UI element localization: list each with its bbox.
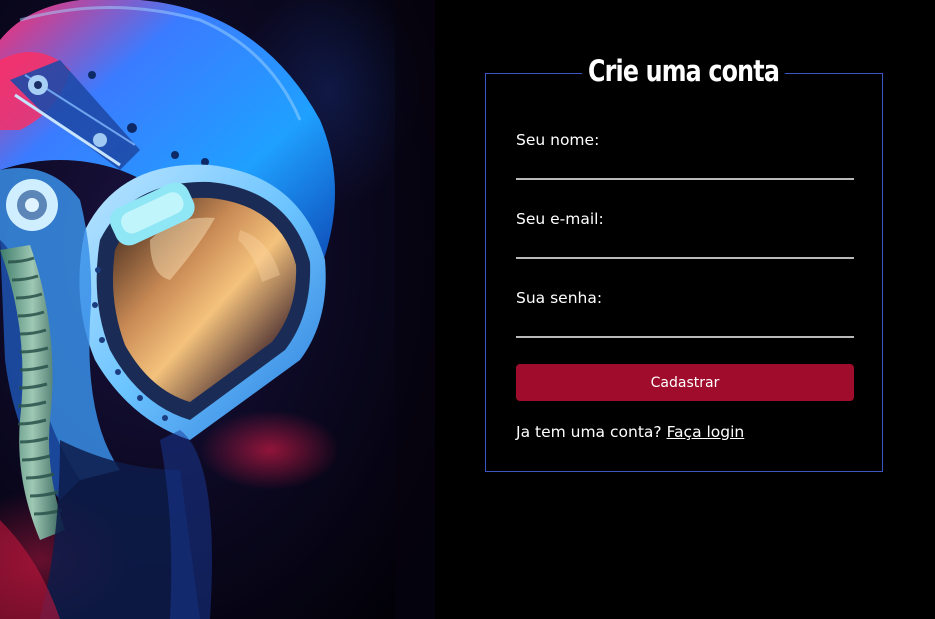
name-label: Seu nome: [516,131,600,149]
astronaut-helmet-illustration [0,0,435,619]
signup-page: Crie uma conta Seu nome: Seu e-mail: Sua… [0,0,935,619]
password-field-group: Sua senha: [516,288,854,338]
login-prompt-line: Ja tem uma conta? Faça login [516,421,744,443]
name-input[interactable] [516,156,854,180]
name-field-group: Seu nome: [516,130,854,180]
email-input[interactable] [516,235,854,259]
form-title-wrapper: Crie uma conta [486,54,882,86]
email-label: Seu e-mail: [516,210,604,228]
email-field-group: Seu e-mail: [516,209,854,259]
submit-button[interactable]: Cadastrar [516,364,854,401]
login-link[interactable]: Faça login [667,423,745,441]
signup-form: Crie uma conta Seu nome: Seu e-mail: Sua… [485,57,883,472]
login-prompt-text: Ja tem uma conta? [516,423,662,441]
password-label: Sua senha: [516,289,603,307]
password-input[interactable] [516,314,854,338]
astronaut-hero-image [0,0,435,619]
form-title: Crie uma conta [582,57,786,86]
